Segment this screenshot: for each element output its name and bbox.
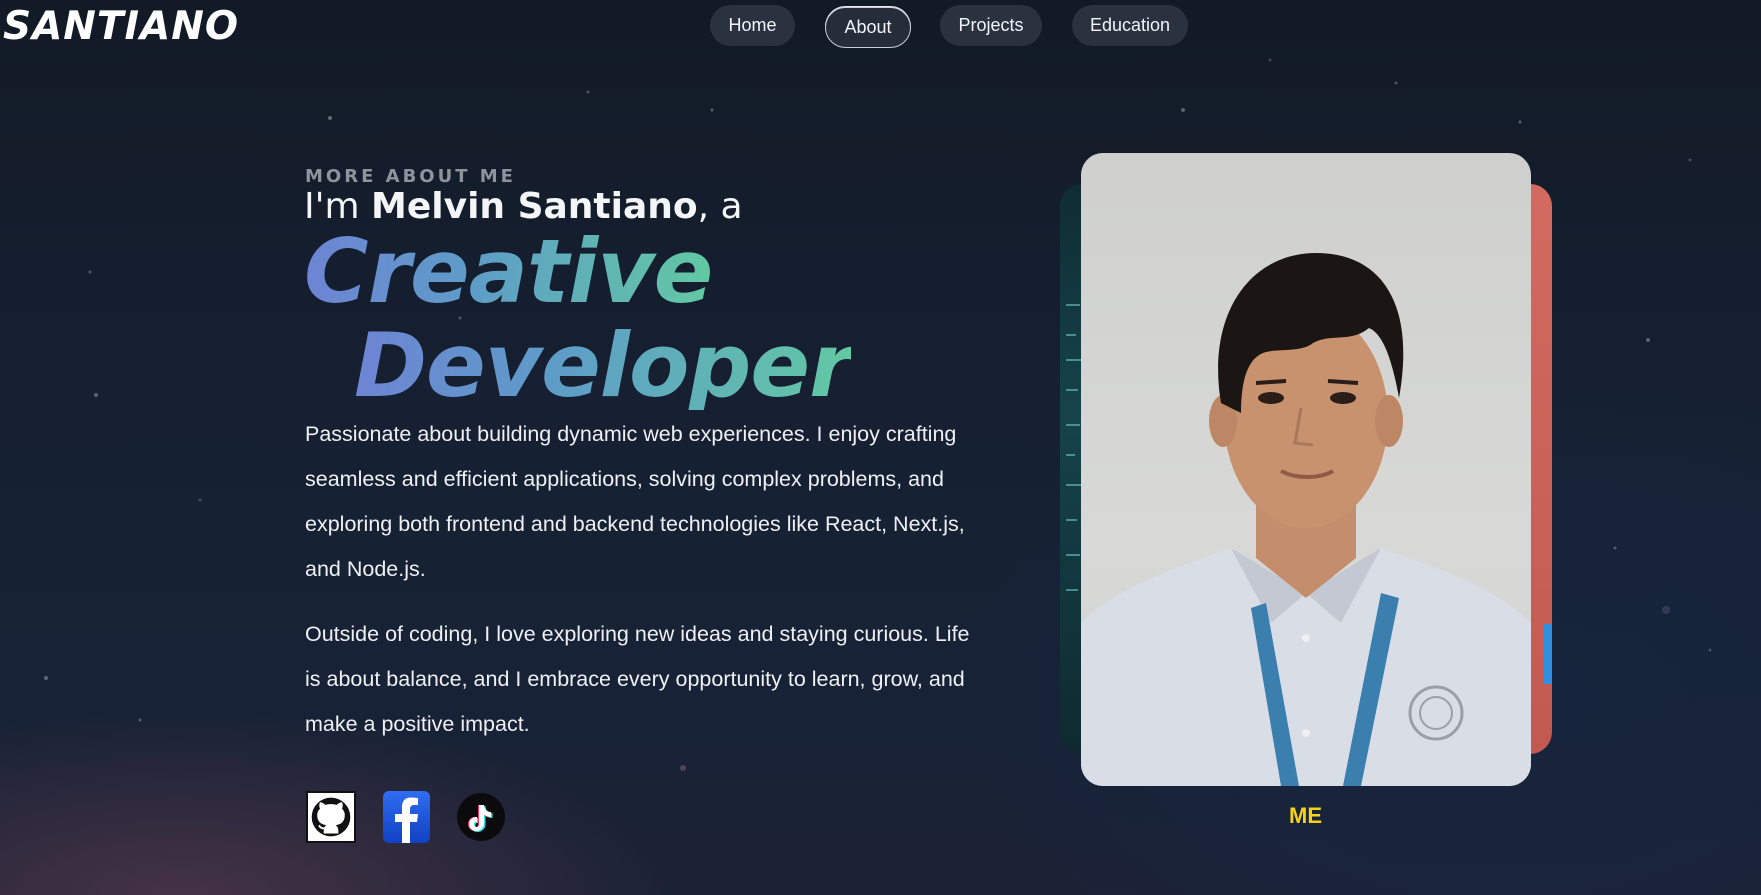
tiktok-icon bbox=[468, 805, 493, 832]
github-icon bbox=[311, 797, 351, 837]
nav-home[interactable]: Home bbox=[710, 5, 795, 46]
facebook-icon bbox=[395, 797, 418, 843]
main-nav: Home About Projects Education bbox=[0, 5, 1761, 48]
headline-developer: Developer bbox=[354, 314, 852, 417]
photo-caption: ME bbox=[1289, 803, 1322, 828]
headline-creative: Creative bbox=[304, 220, 713, 323]
profile-photo bbox=[1081, 153, 1531, 786]
github-link[interactable] bbox=[306, 791, 356, 843]
facebook-link[interactable] bbox=[383, 791, 430, 843]
nav-education[interactable]: Education bbox=[1072, 5, 1188, 46]
nav-about[interactable]: About bbox=[825, 7, 911, 48]
nav-projects[interactable]: Projects bbox=[940, 5, 1042, 46]
tiktok-link[interactable] bbox=[457, 793, 505, 841]
bio-paragraph-1: Passionate about building dynamic web ex… bbox=[305, 422, 965, 581]
bio-paragraph-2: Outside of coding, I love exploring new … bbox=[305, 622, 970, 736]
section-eyebrow: MORE ABOUT ME bbox=[305, 166, 516, 187]
